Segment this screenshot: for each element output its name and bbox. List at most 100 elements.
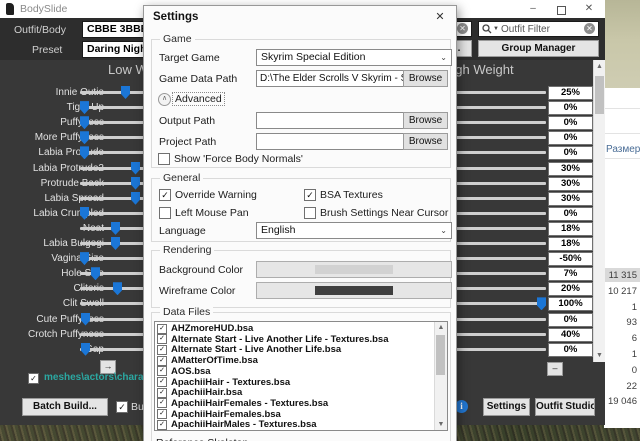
data-file-item[interactable]: ✓ApachiiHairFemales - Textures.bsa — [157, 398, 432, 409]
advanced-toggle-icon[interactable]: ∧ — [158, 93, 171, 106]
slider-percent-input[interactable]: 7% — [548, 267, 593, 281]
outfit-filter-input[interactable]: ▼ Outfit Filter ✕ — [478, 21, 599, 37]
slider-thumb[interactable] — [131, 162, 140, 175]
slider-percent-input[interactable]: 0% — [548, 131, 593, 145]
slider-track-low[interactable] — [80, 333, 150, 336]
slider-percent-input[interactable]: 100% — [548, 297, 593, 311]
slider-percent-input[interactable]: 18% — [548, 222, 593, 236]
data-file-checkbox[interactable]: ✓ — [157, 345, 167, 355]
advanced-toggle-label[interactable]: Advanced — [172, 92, 225, 106]
slider-track-low[interactable] — [80, 151, 150, 154]
slider-percent-input[interactable]: 0% — [548, 207, 593, 221]
slider-thumb[interactable] — [537, 297, 546, 310]
slider-track-low[interactable] — [80, 318, 150, 321]
general-checkbox[interactable]: ✓ — [304, 189, 316, 201]
outfit-studio-button[interactable]: Outfit Studio — [535, 398, 595, 416]
main-scrollbar[interactable]: ▲ ▼ — [593, 60, 605, 362]
scroll-down-icon[interactable]: ▼ — [435, 421, 447, 428]
slider-thumb[interactable] — [131, 177, 140, 190]
slider-thumb[interactable] — [121, 86, 130, 99]
slider-track-high[interactable] — [450, 348, 546, 351]
slider-track-high[interactable] — [450, 318, 546, 321]
slider-percent-input[interactable]: 30% — [548, 177, 593, 191]
slider-track-low[interactable] — [80, 272, 150, 275]
target-game-dropdown[interactable]: Skyrim Special Edition⌄ — [256, 49, 452, 66]
slider-percent-input[interactable]: -50% — [548, 252, 593, 266]
data-file-item[interactable]: ✓AMatterOfTime.bsa — [157, 355, 432, 366]
data-file-checkbox[interactable]: ✓ — [157, 409, 167, 419]
slider-scroll-right-button[interactable]: – — [547, 362, 563, 376]
slider-track-low[interactable] — [80, 121, 150, 124]
minimize-button[interactable]: – — [522, 2, 544, 16]
slider-thumb[interactable] — [131, 192, 140, 205]
background-color-button[interactable] — [256, 261, 452, 278]
slider-track-high[interactable] — [450, 257, 546, 260]
slider-track-low[interactable] — [80, 91, 150, 94]
explorer-window[interactable]: Размер 11 31510 2171936102219 046 — [604, 88, 640, 428]
explorer-size-column-header[interactable]: Размер — [606, 144, 640, 155]
data-file-checkbox[interactable]: ✓ — [157, 388, 167, 398]
data-file-item[interactable]: ✓AOS.bsa — [157, 366, 432, 377]
output-path-input[interactable] — [256, 112, 404, 129]
slider-percent-input[interactable]: 30% — [548, 192, 593, 206]
slider-percent-input[interactable]: 0% — [548, 101, 593, 115]
data-file-item[interactable]: ✓Alternate Start - Live Another Life.bsa — [157, 344, 432, 355]
slider-percent-input[interactable]: 18% — [548, 237, 593, 251]
slider-track-low[interactable] — [80, 106, 150, 109]
scrollbar-thumb[interactable] — [436, 335, 445, 375]
scroll-up-icon[interactable]: ▲ — [435, 324, 447, 331]
slider-track-high[interactable] — [450, 302, 546, 305]
slider-percent-input[interactable]: 25% — [548, 86, 593, 100]
slider-track-low[interactable] — [80, 302, 150, 305]
general-checkbox[interactable] — [159, 207, 171, 219]
slider-track-high[interactable] — [450, 212, 546, 215]
wireframe-color-button[interactable] — [256, 282, 452, 299]
maximize-button[interactable] — [557, 6, 566, 15]
browse-game-data-button[interactable]: Browse — [403, 70, 448, 87]
clear-filter-icon[interactable]: ✕ — [457, 23, 468, 34]
slider-track-high[interactable] — [450, 121, 546, 124]
slider-thumb[interactable] — [111, 237, 120, 250]
slider-percent-input[interactable]: 30% — [548, 162, 593, 176]
slider-track-low[interactable] — [80, 348, 150, 351]
slider-track-low[interactable] — [80, 212, 150, 215]
slider-track-high[interactable] — [450, 333, 546, 336]
data-file-item[interactable]: ✓ApachiiHairMales - Textures.bsa — [157, 419, 432, 430]
data-file-checkbox[interactable]: ✓ — [157, 334, 167, 344]
slider-track-low[interactable] — [80, 257, 150, 260]
slider-track-high[interactable] — [450, 182, 546, 185]
force-normals-checkbox[interactable] — [158, 153, 170, 165]
slider-percent-input[interactable]: 0% — [548, 343, 593, 357]
slider-track-low[interactable] — [80, 136, 150, 139]
build-morphs-checkbox[interactable]: ✓ — [116, 401, 128, 413]
slider-track-high[interactable] — [450, 167, 546, 170]
project-path-input[interactable] — [256, 133, 404, 150]
slider-thumb[interactable] — [113, 282, 122, 295]
scroll-down-icon[interactable]: ▼ — [594, 352, 605, 359]
game-data-path-input[interactable]: D:\The Elder Scrolls V Skyrim - Special … — [256, 70, 404, 87]
language-dropdown[interactable]: English⌄ — [256, 222, 452, 239]
data-files-list[interactable]: ✓AHZmoreHUD.bsa ✓Alternate Start - Live A… — [154, 321, 448, 431]
slider-track-high[interactable] — [450, 242, 546, 245]
slider-track-high[interactable] — [450, 91, 546, 94]
data-file-item[interactable]: ✓ApachiiHair - Textures.bsa — [157, 377, 432, 388]
slider-track-high[interactable] — [450, 287, 546, 290]
slider-thumb[interactable] — [111, 222, 120, 235]
general-checkbox[interactable] — [304, 207, 316, 219]
data-file-checkbox[interactable]: ✓ — [157, 324, 167, 334]
scrollbar-thumb[interactable] — [595, 76, 604, 114]
slider-track-high[interactable] — [450, 151, 546, 154]
slider-percent-input[interactable]: 20% — [548, 282, 593, 296]
slider-percent-input[interactable]: 40% — [548, 328, 593, 342]
data-file-item[interactable]: ✓AHZmoreHUD.bsa — [157, 323, 432, 334]
slider-percent-input[interactable]: 0% — [548, 146, 593, 160]
slider-track-high[interactable] — [450, 197, 546, 200]
data-file-checkbox[interactable]: ✓ — [157, 420, 167, 430]
search-dropdown-arrow-icon[interactable]: ▼ — [493, 26, 499, 32]
output-path-checkbox[interactable]: ✓ — [28, 373, 39, 384]
data-file-item[interactable]: ✓ApachiiHair.bsa — [157, 387, 432, 398]
settings-close-icon[interactable]: ✕ — [432, 10, 448, 24]
data-file-checkbox[interactable]: ✓ — [157, 366, 167, 376]
browse-output-button[interactable]: Browse — [403, 112, 448, 129]
data-file-item[interactable]: ✓ApachiiHairFemales.bsa — [157, 409, 432, 420]
